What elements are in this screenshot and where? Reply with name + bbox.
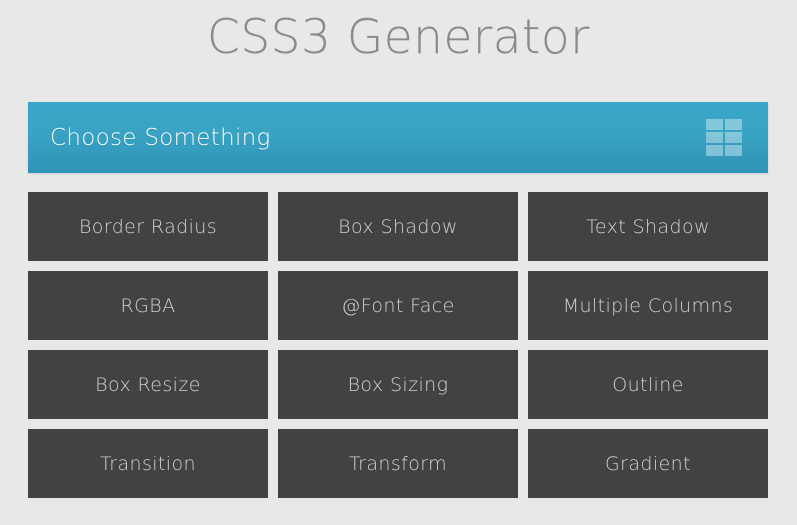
grid-icon-cell (706, 119, 723, 130)
tile-multiple-columns[interactable]: Multiple Columns (528, 271, 768, 340)
tile-border-radius[interactable]: Border Radius (28, 192, 268, 261)
tile-label: Border Radius (78, 215, 218, 238)
tile-label: Transform (348, 452, 448, 475)
tile-label: Multiple Columns (562, 294, 734, 317)
grid-icon-cell (706, 132, 723, 143)
tile-label: Box Resize (95, 373, 201, 396)
panel-header: Choose Something (28, 102, 768, 173)
tile-font-face[interactable]: @Font Face (278, 271, 518, 340)
page-root: CSS3 Generator Choose Something Border R… (0, 0, 797, 525)
tile-label: @Font Face (341, 294, 455, 317)
page-title: CSS3 Generator (207, 10, 590, 65)
tile-label: RGBA (120, 294, 176, 317)
tile-label: Text Shadow (586, 215, 710, 238)
tile-label: Outline (612, 373, 684, 396)
grid-icon-cell (706, 145, 723, 156)
grid-icon[interactable] (706, 119, 742, 156)
tile-rgba[interactable]: RGBA (28, 271, 268, 340)
grid-icon-cell (725, 132, 742, 143)
tile-label: Gradient (605, 452, 691, 475)
generator-tile-grid: Border Radius Box Shadow Text Shadow RGB… (28, 192, 768, 498)
tile-box-resize[interactable]: Box Resize (28, 350, 268, 419)
grid-icon-cell (725, 145, 742, 156)
tile-transform[interactable]: Transform (278, 429, 518, 498)
tile-label: Box Sizing (347, 373, 449, 396)
tile-gradient[interactable]: Gradient (528, 429, 768, 498)
tile-label: Box Shadow (338, 215, 458, 238)
tile-outline[interactable]: Outline (528, 350, 768, 419)
tile-box-sizing[interactable]: Box Sizing (278, 350, 518, 419)
tile-transition[interactable]: Transition (28, 429, 268, 498)
grid-icon-cell (725, 119, 742, 130)
tile-label: Transition (100, 452, 196, 475)
tile-text-shadow[interactable]: Text Shadow (528, 192, 768, 261)
panel-header-title: Choose Something (50, 124, 271, 151)
tile-box-shadow[interactable]: Box Shadow (278, 192, 518, 261)
